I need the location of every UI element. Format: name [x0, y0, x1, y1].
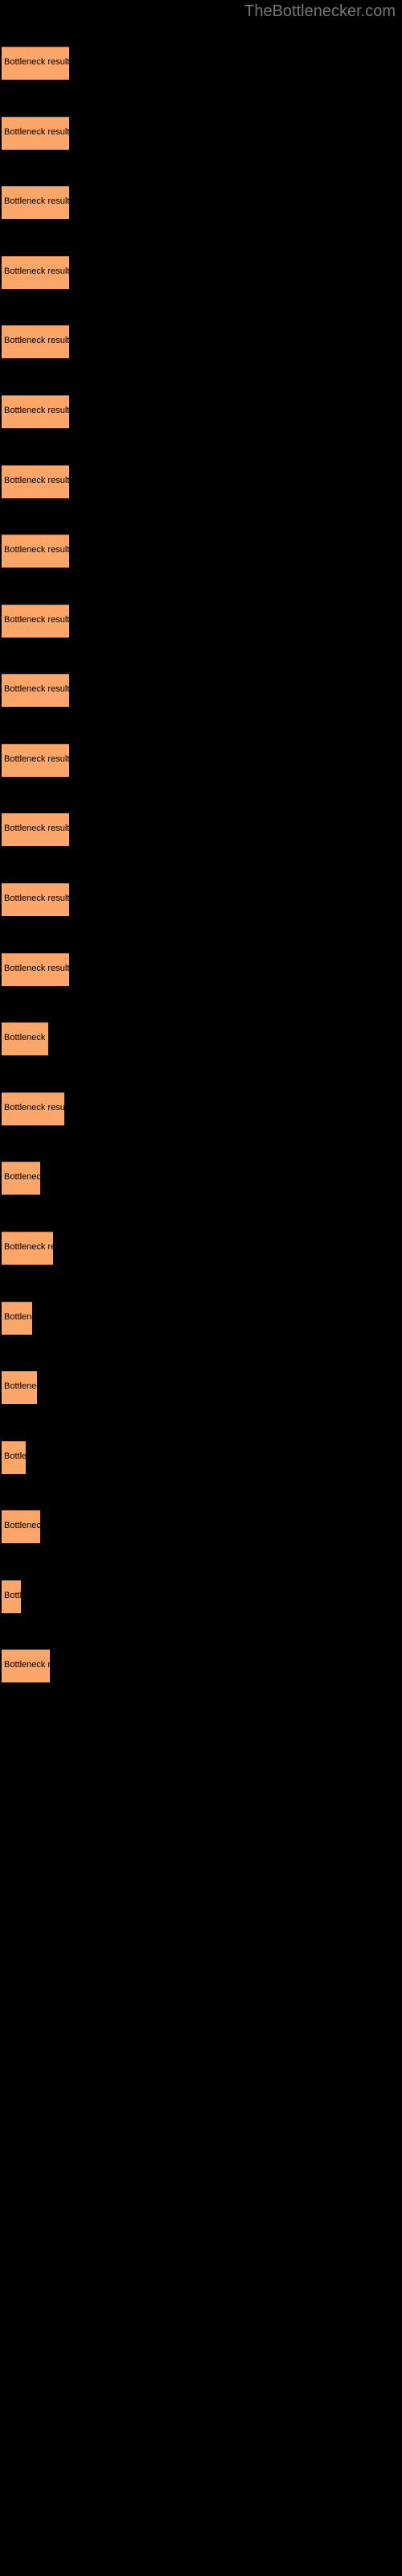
bar-label: Bottleneck result — [4, 964, 69, 973]
bar-row: Bottleneck result — [0, 186, 402, 221]
bar-row: Bottleneck result — [0, 395, 402, 430]
bar-bottleneck-result[interactable]: Bottleneck result — [2, 395, 69, 428]
bar-label: Bottleneck result — [4, 1312, 32, 1322]
bar-row: Bottleneck result — [0, 47, 402, 81]
bar-bottleneck-result[interactable]: Bottleneck result — [2, 883, 69, 916]
bar-bottleneck-result[interactable]: Bottleneck result — [2, 744, 69, 777]
bar-label: Bottleneck result — [4, 476, 69, 485]
bar-bottleneck-result[interactable]: Bottleneck result — [2, 256, 69, 289]
bar-label: Bottleneck result — [4, 615, 69, 625]
bar-bottleneck-result[interactable]: Bottleneck result — [2, 47, 69, 80]
bar-label: Bottleneck result — [4, 1242, 53, 1252]
bar-row: Bottleneck result — [0, 1371, 402, 1406]
bar-row: Bottleneck result — [0, 883, 402, 918]
bar-label: Bottleneck result — [4, 1172, 40, 1182]
bar-bottleneck-result[interactable]: Bottleneck result — [2, 1162, 40, 1195]
bar-row: Bottleneck result — [0, 744, 402, 778]
bar-label: Bottleneck result — [4, 754, 69, 764]
bar-bottleneck-result[interactable]: Bottleneck result — [2, 1232, 53, 1265]
bar-label: Bottleneck result — [4, 545, 69, 555]
bar-label: Bottleneck result — [4, 894, 69, 903]
bar-label: Bottleneck result — [4, 266, 69, 276]
bar-bottleneck-result[interactable]: Bottleneck result — [2, 1580, 21, 1613]
bar-bottleneck-result[interactable]: Bottleneck result — [2, 117, 69, 150]
bar-row: Bottleneck result — [0, 465, 402, 500]
bar-bottleneck-result[interactable]: Bottleneck result — [2, 325, 69, 358]
bar-label: Bottleneck result — [4, 57, 69, 67]
bar-bottleneck-result[interactable]: Bottleneck result — [2, 1371, 37, 1404]
bar-label: Bottleneck result — [4, 1451, 26, 1461]
bar-label: Bottleneck result — [4, 1381, 37, 1391]
chart-root: TheBottlenecker.com Bottleneck result Bot… — [0, 0, 402, 2576]
bar-label: Bottleneck result — [4, 406, 69, 415]
bar-row: Bottleneck result — [0, 1022, 402, 1057]
bar-row: Bottleneck result — [0, 605, 402, 639]
bar-row: Bottleneck result — [0, 674, 402, 708]
bar-label: Bottleneck result — [4, 196, 69, 206]
bar-bottleneck-result[interactable]: Bottleneck result — [2, 813, 69, 846]
bar-row: Bottleneck result — [0, 535, 402, 569]
bar-bottleneck-result[interactable]: Bottleneck result — [2, 186, 69, 219]
bar-label: Bottleneck result — [4, 336, 69, 345]
bar-label: Bottleneck result — [4, 824, 69, 833]
bar-row: Bottleneck result — [0, 117, 402, 151]
bar-row: Bottleneck result — [0, 813, 402, 848]
bar-row: Bottleneck result — [0, 1232, 402, 1266]
bar-label: Bottleneck result — [4, 1033, 48, 1042]
bar-bottleneck-result[interactable]: Bottleneck result — [2, 674, 69, 707]
bar-label: Bottleneck result — [4, 1103, 64, 1113]
bar-row: Bottleneck result — [0, 1649, 402, 1684]
bar-row: Bottleneck result — [0, 1162, 402, 1196]
bar-bottleneck-result[interactable]: Bottleneck result — [2, 1022, 48, 1055]
bar-bottleneck-result[interactable]: Bottleneck result — [2, 1649, 50, 1682]
bar-chart-plot-area: Bottleneck result Bottleneck result Bottle… — [0, 0, 402, 2576]
bar-bottleneck-result[interactable]: Bottleneck result — [2, 535, 69, 568]
bar-row: Bottleneck result — [0, 953, 402, 988]
bar-bottleneck-result[interactable]: Bottleneck result — [2, 1092, 64, 1125]
bar-label: Bottleneck result — [4, 684, 69, 694]
bar-row: Bottleneck result — [0, 1092, 402, 1127]
bar-bottleneck-result[interactable]: Bottleneck result — [2, 465, 69, 498]
bar-label: Bottleneck result — [4, 1521, 40, 1530]
bar-bottleneck-result[interactable]: Bottleneck result — [2, 953, 69, 986]
bar-row: Bottleneck result — [0, 1580, 402, 1615]
bar-bottleneck-result[interactable]: Bottleneck result — [2, 1441, 26, 1474]
bar-row: Bottleneck result — [0, 1510, 402, 1545]
bar-bottleneck-result[interactable]: Bottleneck result — [2, 1302, 32, 1335]
bar-label: Bottleneck result — [4, 127, 69, 137]
bar-row: Bottleneck result — [0, 1302, 402, 1336]
bar-row: Bottleneck result — [0, 256, 402, 291]
bar-row: Bottleneck result — [0, 325, 402, 360]
bar-label: Bottleneck result — [4, 1591, 21, 1600]
bar-bottleneck-result[interactable]: Bottleneck result — [2, 1510, 40, 1543]
bar-row: Bottleneck result — [0, 1441, 402, 1476]
bar-bottleneck-result[interactable]: Bottleneck result — [2, 605, 69, 638]
bar-label: Bottleneck result — [4, 1660, 50, 1670]
